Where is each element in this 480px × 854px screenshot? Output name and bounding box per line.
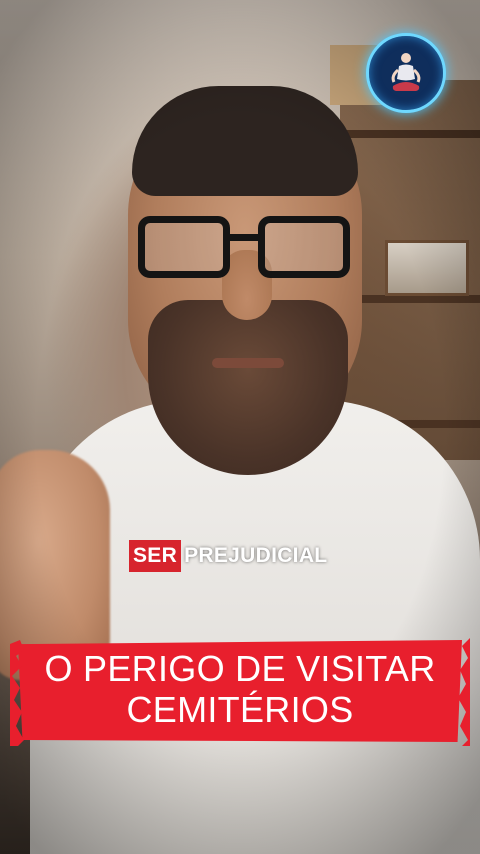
- headline-line-1: O PERIGO DE VISITAR: [44, 648, 436, 689]
- tag-text: PREJUDICIAL: [184, 544, 328, 567]
- headline-line-2: CEMITÉRIOS: [126, 689, 354, 730]
- category-tag: SER PREJUDICIAL: [129, 540, 327, 572]
- headline-text: O PERIGO DE VISITAR CEMITÉRIOS: [18, 648, 462, 730]
- channel-logo[interactable]: [366, 33, 446, 113]
- tag-highlight: SER: [129, 540, 182, 572]
- meditating-figure-icon: [391, 53, 421, 91]
